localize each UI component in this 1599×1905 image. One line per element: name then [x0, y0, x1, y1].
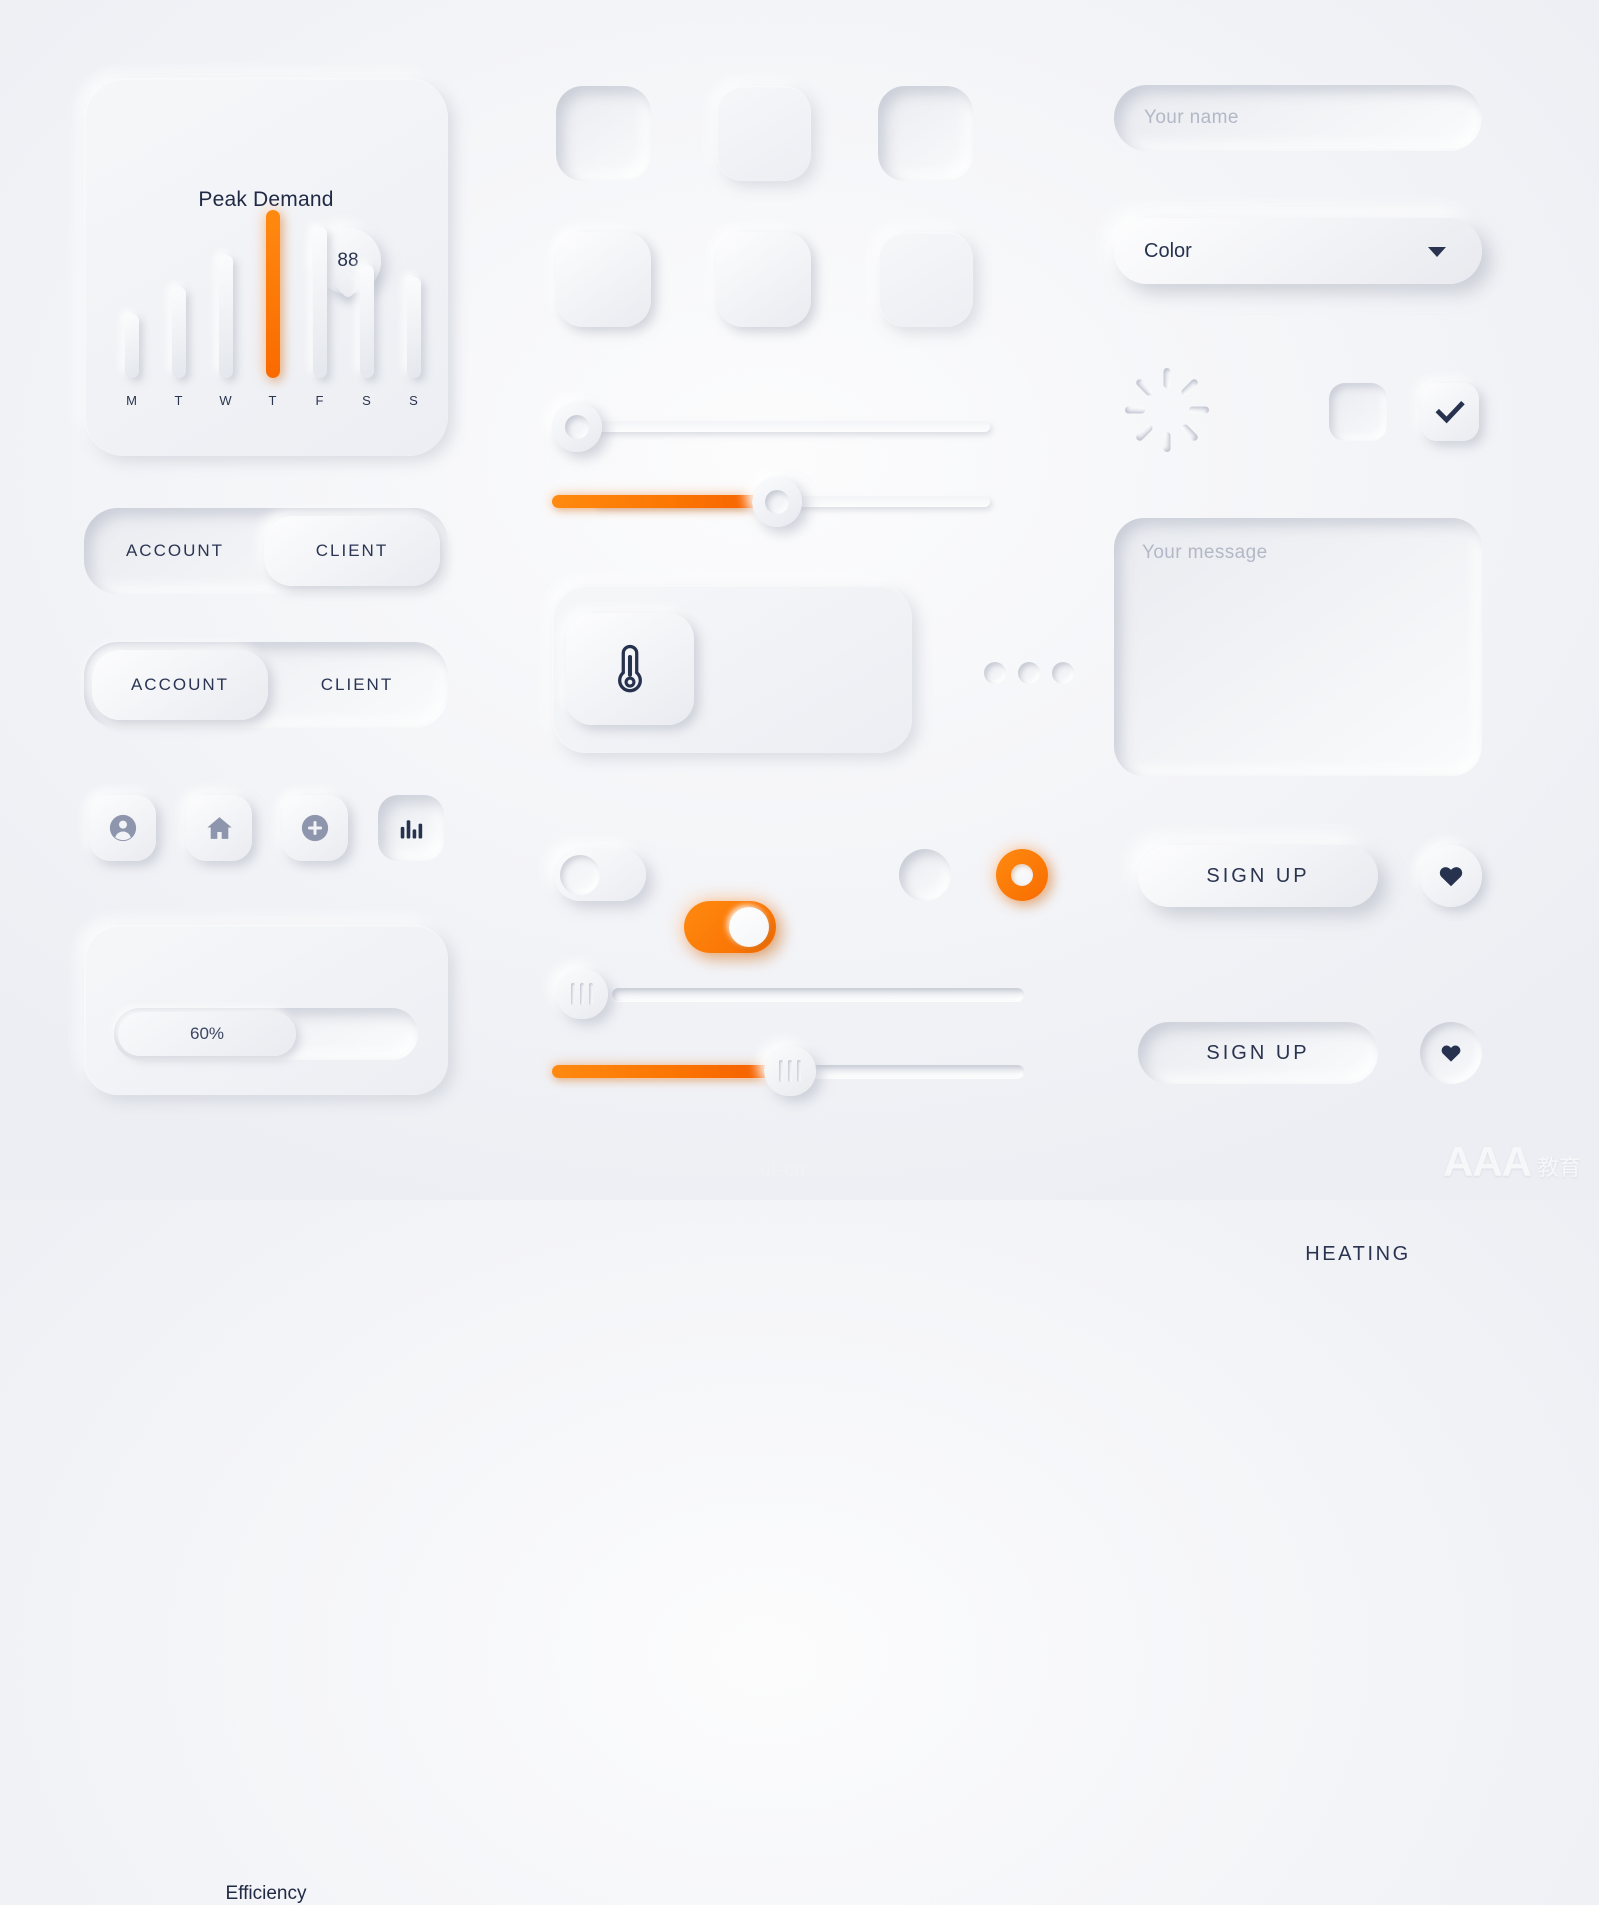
- loading-spinner: [1112, 362, 1222, 458]
- card-raised-2[interactable]: [716, 232, 811, 327]
- card-inset-2[interactable]: [878, 86, 973, 181]
- bar-label-4: F: [315, 393, 325, 408]
- grip-line-2: [580, 983, 584, 1005]
- segment-client-bottom[interactable]: CLIENT: [266, 675, 448, 695]
- slider-2-handle[interactable]: [752, 477, 802, 527]
- spinner-spoke-6: [1125, 406, 1145, 414]
- grip-line-6: [797, 1060, 801, 1082]
- user-icon: [109, 814, 137, 842]
- ui-kit-canvas: Peak Demand 88 MTWTFSS ACCOUNT . CLIENT …: [0, 0, 1599, 1904]
- heart-icon: [1439, 867, 1463, 887]
- spinner-spoke-0: [1163, 368, 1171, 388]
- toggle-knob-on: [729, 907, 769, 947]
- icon-button-home[interactable]: [186, 795, 252, 861]
- thermometer-icon: [618, 644, 642, 693]
- name-input[interactable]: Your name: [1114, 85, 1482, 151]
- card-inset-1[interactable]: [556, 86, 651, 181]
- segment-account-top[interactable]: ACCOUNT: [84, 541, 266, 561]
- watermark-brand: AAA 教育: [1443, 1138, 1581, 1186]
- slider-2-fill: [552, 495, 778, 508]
- heating-label: HEATING: [1305, 1242, 1411, 1265]
- spinner-spoke-7: [1134, 377, 1154, 397]
- spinner-spoke-4: [1163, 432, 1171, 452]
- radio-button-on[interactable]: [996, 849, 1048, 901]
- bar-t-1: [172, 287, 186, 378]
- efficiency-value: 60%: [189, 1024, 225, 1043]
- grip-line-1: [571, 983, 575, 1005]
- bar-s-5: [360, 265, 374, 378]
- card-flat-2[interactable]: [878, 232, 973, 327]
- chevron-down-icon: [1428, 247, 1446, 257]
- plus-circle-icon: [301, 814, 329, 842]
- watermark-center: ui-cn: [760, 1160, 807, 1181]
- home-icon: [206, 816, 232, 839]
- signup-button-raised[interactable]: SIGN UP: [1138, 845, 1378, 907]
- radio-button-off[interactable]: [899, 849, 951, 901]
- bar-label-6: S: [409, 393, 419, 408]
- spinner-spoke-3: [1180, 423, 1200, 443]
- name-input-placeholder: Your name: [1144, 107, 1239, 128]
- peak-demand-bar-chart: MTWTFSS: [84, 78, 448, 456]
- bar-f-4: [313, 227, 327, 378]
- toggle-switch-off[interactable]: [554, 849, 646, 901]
- slider-3-handle[interactable]: [556, 969, 608, 1019]
- icon-button-add[interactable]: [282, 795, 348, 861]
- dot-3: [1052, 662, 1074, 684]
- watermark-brand-text: AAA: [1442, 1138, 1532, 1185]
- spinner-spoke-1: [1180, 377, 1200, 397]
- card-flat-1[interactable]: [716, 86, 811, 181]
- bar-label-0: M: [126, 393, 138, 408]
- slider-1-track[interactable]: [594, 421, 990, 432]
- segment-account-bottom-selected[interactable]: ACCOUNT: [92, 650, 268, 720]
- bar-label-1: T: [174, 393, 184, 408]
- heart-icon-small: [1441, 1045, 1461, 1062]
- toggle-switch-on[interactable]: [684, 901, 776, 953]
- bar-label-3: T: [268, 393, 278, 408]
- efficiency-title: Efficiency: [225, 1883, 307, 1904]
- message-placeholder: Your message: [1142, 542, 1268, 563]
- icon-button-stats[interactable]: [378, 795, 444, 861]
- grip-line-3: [589, 983, 593, 1005]
- segment-client-top-selected[interactable]: CLIENT: [264, 516, 440, 586]
- watermark-brand-suffix: 教育: [1536, 1155, 1581, 1180]
- grip-line-5: [788, 1060, 792, 1082]
- icon-button-user[interactable]: [90, 795, 156, 861]
- spinner-spoke-2: [1189, 406, 1209, 414]
- color-select-value: Color: [1144, 239, 1192, 262]
- bar-s-6: [407, 277, 421, 378]
- signup-button-pressed[interactable]: SIGN UP: [1138, 1022, 1378, 1084]
- favorite-button-raised[interactable]: [1420, 845, 1482, 907]
- heating-icon-button[interactable]: [566, 613, 694, 725]
- bar-t-3: [266, 210, 280, 378]
- spinner-spoke-5: [1134, 423, 1154, 443]
- grip-line-4: [779, 1060, 783, 1082]
- check-icon: [1435, 400, 1465, 424]
- toggle-knob-off: [560, 855, 600, 895]
- dot-2: [1018, 662, 1040, 684]
- color-select[interactable]: Color: [1114, 218, 1482, 284]
- efficiency-progress-fill: 60%: [118, 1012, 296, 1056]
- bar-m-0: [125, 314, 139, 378]
- bar-label-5: S: [362, 393, 372, 408]
- slider-4-handle[interactable]: [764, 1046, 816, 1096]
- slider-3-track[interactable]: [612, 988, 1024, 1001]
- bar-label-2: W: [219, 393, 233, 408]
- peak-demand-card: Peak Demand 88 MTWTFSS: [84, 78, 448, 456]
- checkbox-checked[interactable]: [1421, 383, 1479, 441]
- slider-4-fill: [552, 1065, 774, 1078]
- bar-w-2: [219, 255, 233, 378]
- card-raised-1[interactable]: [556, 232, 651, 327]
- segmented-control-top[interactable]: ACCOUNT . CLIENT: [84, 508, 448, 594]
- favorite-button-pressed[interactable]: [1420, 1022, 1482, 1084]
- dot-1: [984, 662, 1006, 684]
- checkbox-unchecked[interactable]: [1329, 383, 1387, 441]
- segmented-control-bottom[interactable]: . CLIENT ACCOUNT: [84, 642, 448, 728]
- bar-chart-icon: [400, 820, 423, 839]
- slider-1-handle[interactable]: [552, 402, 602, 452]
